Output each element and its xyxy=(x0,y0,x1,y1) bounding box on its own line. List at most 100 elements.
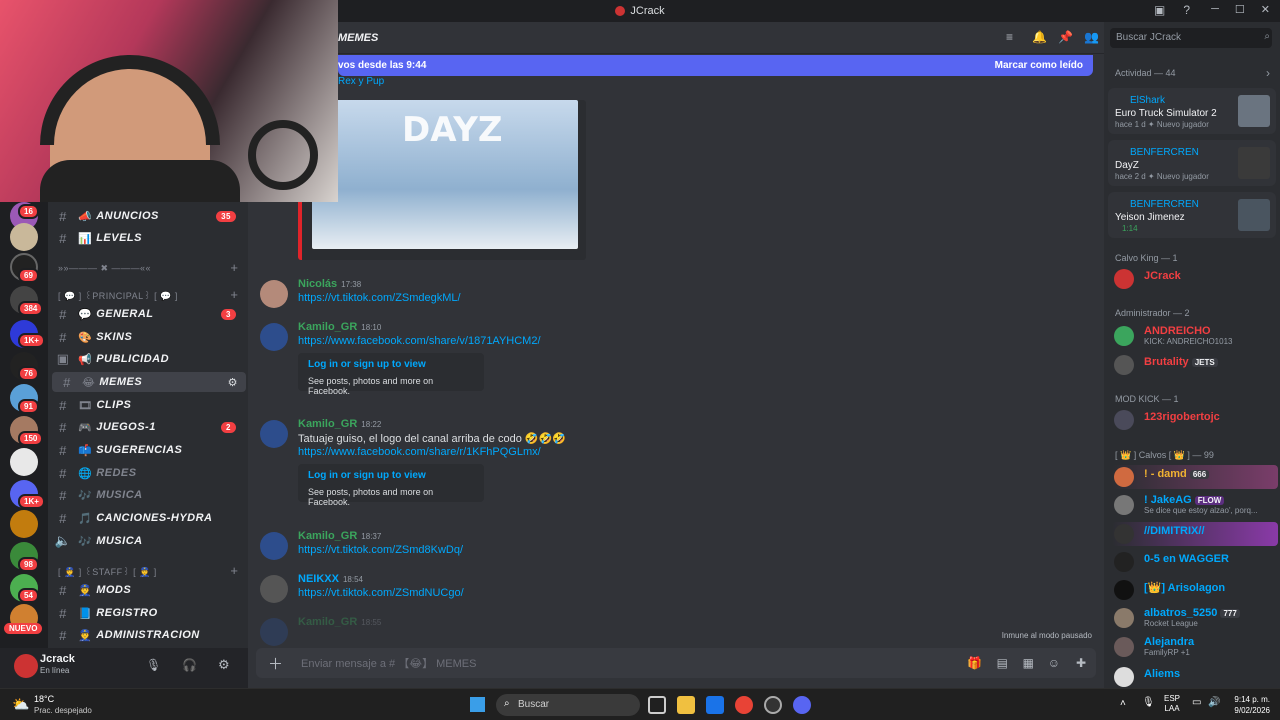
close-button[interactable]: ✕ xyxy=(1261,3,1270,16)
maximize-button[interactable]: ☐ xyxy=(1235,3,1245,16)
taskbar-search[interactable]: Buscar xyxy=(496,694,640,716)
channel-musica[interactable]: # 🎶 MUSICA xyxy=(48,485,244,505)
pin-icon[interactable]: 📌 xyxy=(1058,30,1073,44)
headphones-icon[interactable]: 🎧 xyxy=(182,658,197,672)
user-settings-icon[interactable]: ⚙ xyxy=(218,657,230,673)
channel-redes[interactable]: # 🌐 REDES xyxy=(48,463,244,483)
task-view-icon[interactable] xyxy=(648,696,666,714)
chevron-right-icon[interactable]: › xyxy=(1266,66,1270,80)
apps-icon[interactable]: ✚ xyxy=(1076,656,1086,670)
message-author[interactable]: Kamilo_GR 18:10 xyxy=(298,321,381,333)
member-item[interactable]: ! - damd 666 xyxy=(1112,465,1278,489)
server-icon[interactable] xyxy=(10,510,38,538)
message-link[interactable]: https://www.facebook.com/share/v/1871AYH… xyxy=(298,335,541,347)
message-link[interactable]: https://vt.tiktok.com/ZSmd8KwDq/ xyxy=(298,544,463,556)
channel-publicidad[interactable]: ▣ 📢 PUBLICIDAD xyxy=(48,349,244,369)
channel-juegos[interactable]: # 🎮 JUEGOS-1 2 xyxy=(48,417,244,437)
channel-anuncios[interactable]: # 📣 ANUNCIOS 35 xyxy=(48,206,244,226)
message-author[interactable]: NEIKXX 18:54 xyxy=(298,573,363,585)
mic-tray-icon[interactable]: 🎙 xyxy=(1142,697,1155,708)
embed-image[interactable]: DAYZ xyxy=(298,100,586,260)
user-avatar[interactable] xyxy=(14,654,38,678)
chrome-icon[interactable] xyxy=(735,696,753,714)
message-link[interactable]: https://vt.tiktok.com/ZSmdNUCgo/ xyxy=(298,587,464,599)
steam-icon[interactable] xyxy=(764,696,782,714)
message-author[interactable]: Nicolás 17:38 xyxy=(298,278,361,290)
channel-clips[interactable]: # 🎞 CLIPS xyxy=(48,395,244,415)
settings-icon[interactable]: ⚙ xyxy=(228,376,238,389)
member-item[interactable]: albatros_5250 777 Rocket League xyxy=(1112,606,1278,630)
bell-icon[interactable]: 🔔 xyxy=(1032,30,1047,44)
avatar[interactable] xyxy=(260,575,288,603)
message-composer[interactable]: ＋ Enviar mensaje a # 【😂】 MEMES 🎁 ▤ ▦ ☺ ✚ xyxy=(256,648,1096,678)
user-name[interactable]: Jcrack xyxy=(40,653,75,665)
member-item[interactable]: ! JakeAG FLOW Se dice que estoy alzao', p… xyxy=(1112,493,1278,517)
embed-title[interactable]: Log in or sign up to view xyxy=(308,470,474,481)
channel-mods[interactable]: # 👮 MODS xyxy=(48,580,244,600)
member-item[interactable]: [👑] Arisolagon xyxy=(1112,578,1278,602)
member-item[interactable]: //DIMITRIX// xyxy=(1112,522,1278,546)
voice-channel-musica[interactable]: 🔈 🎶 MUSICA xyxy=(48,531,244,551)
channel-sugerencias[interactable]: # 📫 SUGERENCIAS xyxy=(48,440,244,460)
emoji-icon[interactable]: ☺ xyxy=(1048,656,1060,670)
gift-icon[interactable]: 🎁 xyxy=(967,656,982,670)
mark-read-button[interactable]: Marcar como leído xyxy=(995,60,1083,71)
avatar[interactable] xyxy=(260,420,288,448)
add-channel-icon[interactable]: + xyxy=(230,260,238,275)
channel-canciones-hydra[interactable]: # 🎵 CANCIONES-HYDRA xyxy=(48,508,244,528)
category-staff[interactable]: [ 👮 ] ꒰STAFF꒱ [ 👮 ] xyxy=(58,566,157,578)
add-attachment-icon[interactable]: ＋ xyxy=(268,653,283,674)
weather-temp[interactable]: 18°C xyxy=(34,694,54,704)
add-channel-icon[interactable]: + xyxy=(230,287,238,302)
minimize-button[interactable]: ─ xyxy=(1211,3,1219,16)
channel-skins[interactable]: # 🎨 SKINS xyxy=(48,327,244,347)
member-item[interactable]: Brutality JETS xyxy=(1112,353,1278,377)
server-icon[interactable] xyxy=(10,448,38,476)
message-link[interactable]: https://vt.tiktok.com/ZSmdegkML/ xyxy=(298,292,461,304)
activity-card[interactable]: BENFERCREN DayZ hace 2 d ✦ Nuevo jugador xyxy=(1108,140,1276,186)
activity-card[interactable]: BENFERCREN Yeison Jimenez 1:14 xyxy=(1108,192,1276,238)
channel-registro[interactable]: # 📘 REGISTRO xyxy=(48,603,244,623)
new-messages-banner[interactable]: vos desde las 9:44 Marcar como leído xyxy=(338,55,1093,76)
gif-icon[interactable]: ▤ xyxy=(997,656,1008,670)
start-button[interactable] xyxy=(470,697,485,712)
message-link[interactable]: https://www.facebook.com/share/r/1KFhPQG… xyxy=(298,446,541,458)
message-author[interactable]: Kamilo_GR 18:22 xyxy=(298,418,381,430)
member-item[interactable]: ANDREICHO KICK: ANDREICHO1013 xyxy=(1112,324,1278,348)
avatar[interactable] xyxy=(260,618,288,646)
member-item[interactable]: Aliems xyxy=(1112,665,1278,688)
members-icon[interactable]: 👥 xyxy=(1084,30,1099,44)
discord-icon[interactable] xyxy=(793,696,811,714)
member-item[interactable]: 123rigobertojc xyxy=(1112,408,1278,432)
embed-title[interactable]: Log in or sign up to view xyxy=(308,359,474,370)
search-input[interactable]: Buscar JCrack xyxy=(1110,28,1272,48)
network-icon[interactable]: ▭ xyxy=(1192,697,1201,708)
channel-levels[interactable]: # 📊 LEVELS xyxy=(48,228,244,248)
message-author[interactable]: Kamilo_GR 18:55 xyxy=(298,616,381,628)
avatar[interactable] xyxy=(260,280,288,308)
channel-administracion[interactable]: # 👮 ADMINISTRACION xyxy=(48,625,244,645)
sticker-icon[interactable]: ▦ xyxy=(1023,656,1034,670)
server-icon[interactable] xyxy=(10,223,38,251)
message-input[interactable]: Enviar mensaje a # 【😂】 MEMES xyxy=(301,655,476,671)
channel-memes[interactable]: # 😂 MEMES ⚙ xyxy=(52,372,246,392)
member-item[interactable]: 0-5 en WAGGER xyxy=(1112,550,1278,574)
add-channel-icon[interactable]: + xyxy=(230,563,238,578)
channel-general[interactable]: # 💬 GENERAL 3 xyxy=(48,304,244,324)
microphone-icon[interactable]: 🎙 xyxy=(146,658,161,672)
threads-icon[interactable]: ≡ xyxy=(1006,30,1013,44)
language-indicator[interactable]: ESP LAA xyxy=(1164,694,1180,714)
outlook-icon[interactable] xyxy=(706,696,724,714)
help-icon[interactable]: ? xyxy=(1183,3,1190,17)
avatar[interactable] xyxy=(260,323,288,351)
member-item[interactable]: JCrack xyxy=(1112,267,1278,291)
chevron-up-icon[interactable]: ˄ xyxy=(1120,698,1126,709)
category-principal[interactable]: [ 💬 ] ꒰PRINCIPAL꒱ [ 💬 ] xyxy=(58,290,178,302)
inbox-icon[interactable]: ▣ xyxy=(1154,3,1165,17)
volume-icon[interactable]: 🔊 xyxy=(1208,697,1220,708)
file-explorer-icon[interactable] xyxy=(677,696,695,714)
activity-card[interactable]: ElShark Euro Truck Simulator 2 hace 1 d … xyxy=(1108,88,1276,134)
avatar[interactable] xyxy=(260,532,288,560)
new-badge[interactable]: NUEVO xyxy=(4,623,43,634)
clock[interactable]: 9:14 p. m. 9/02/2026 xyxy=(1226,694,1270,716)
